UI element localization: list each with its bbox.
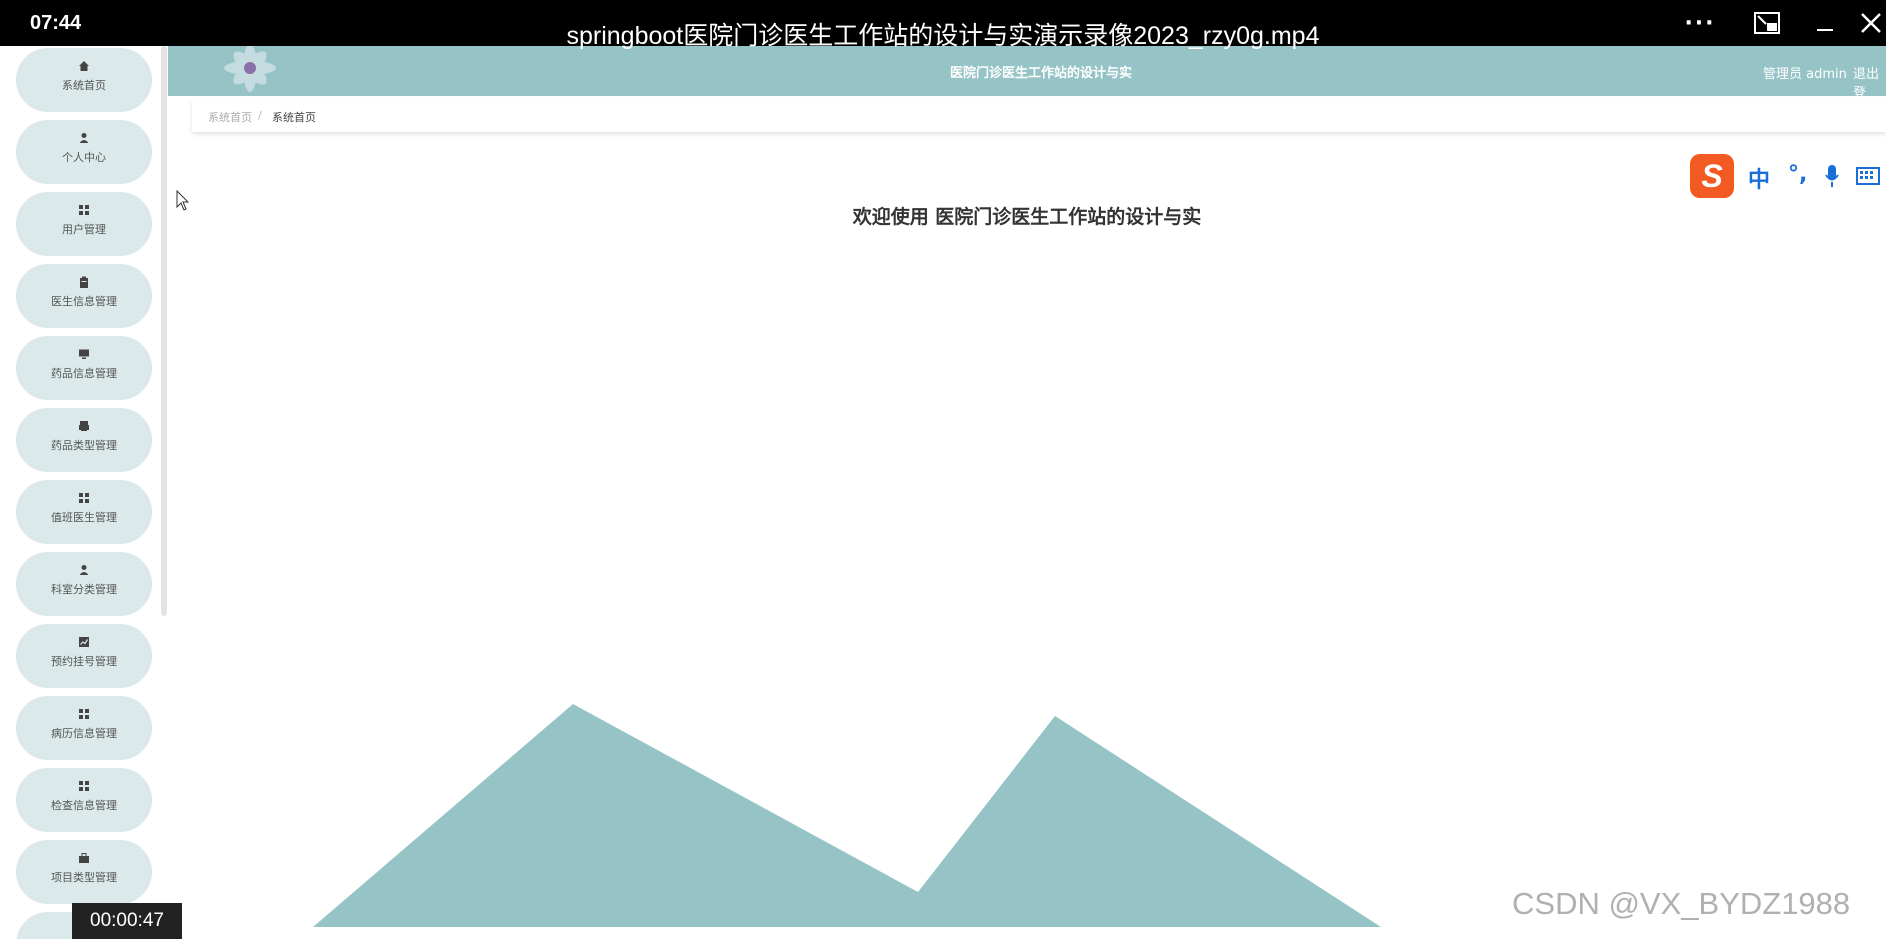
breadcrumb-current: 系统首页 [272,111,316,124]
minimize-icon [1817,29,1833,31]
sidebar-item-users[interactable]: 用户管理 [16,192,152,256]
sidebar-item-project-types[interactable]: 项目类型管理 [16,840,152,904]
top-header: 医院门诊医生工作站的设计与实 管理员 admin 退出登 [168,46,1886,101]
grid-icon [79,205,89,215]
grid-icon [79,493,89,503]
picture-in-picture-button[interactable] [1752,12,1782,36]
sidebar-item-label: 项目类型管理 [51,871,117,884]
ime-mode-button[interactable]: 中 [1748,162,1770,194]
user-icon [79,133,89,143]
sidebar-item-appointments[interactable]: 预约挂号管理 [16,624,152,688]
close-button[interactable] [1856,12,1886,36]
sidebar-scrollbar[interactable] [161,46,167,616]
sidebar-item-profile[interactable]: 个人中心 [16,120,152,184]
sidebar-item-label: 药品信息管理 [51,367,117,380]
breadcrumb-root-link[interactable]: 系统首页 [208,109,252,125]
sidebar-item-label: 病历信息管理 [51,727,117,740]
clipboard-icon [80,276,88,288]
microphone-icon [1825,165,1839,187]
user-icon [79,565,89,575]
monitor-icon [79,349,89,359]
video-title: springboot医院门诊医生工作站的设计与实演示录像2023_rzy0g.m… [566,22,1320,50]
sogou-logo-icon[interactable]: S [1690,154,1734,198]
current-user: 管理员 admin [1763,67,1847,82]
ime-toolbar: S 中 °, [1688,154,1886,200]
sidebar-item-label: 预约挂号管理 [51,655,117,668]
home-icon [79,61,89,71]
mouse-cursor-icon [176,190,190,211]
sidebar-item-home[interactable]: 系统首页 [16,48,152,112]
sidebar-item-examinations[interactable]: 检查信息管理 [16,768,152,832]
sidebar-item-medicines[interactable]: 药品信息管理 [16,336,152,400]
video-timestamp: 00:00:47 [72,903,182,939]
grid-icon [79,709,89,719]
breadcrumb-separator: / [258,109,262,122]
sidebar-item-medical-records[interactable]: 病历信息管理 [16,696,152,760]
logout-link[interactable]: 退出登 [1853,63,1886,101]
grid-icon [79,781,89,791]
close-icon [1861,13,1881,33]
printer-icon [79,421,89,431]
sidebar-item-departments[interactable]: 科室分类管理 [16,552,152,616]
sidebar-item-label: 值班医生管理 [51,511,117,524]
more-options-button[interactable]: ··· [1680,12,1720,36]
sidebar-item-doctors[interactable]: 医生信息管理 [16,264,152,328]
pip-icon [1754,12,1780,34]
sidebar-item-label: 医生信息管理 [51,295,117,308]
minimize-button[interactable] [1810,12,1840,36]
watermark: CSDN @VX_BYDZ1988 [1512,886,1851,921]
ime-mic-button[interactable] [1824,164,1840,194]
keyboard-icon [1856,167,1880,185]
sidebar-item-label: 科室分类管理 [51,583,117,596]
sidebar-item-label: 检查信息管理 [51,799,117,812]
ime-keyboard-button[interactable] [1856,166,1880,191]
sidebar-item-label: 药品类型管理 [51,439,117,452]
sidebar-item-medicine-types[interactable]: 药品类型管理 [16,408,152,472]
ime-punctuation-button[interactable]: °, [1788,162,1807,187]
breadcrumb: 系统首页 / 系统首页 [192,100,1886,132]
sidebar: 系统首页 个人中心 用户管理 医生信息管理 药品信息管理 药品类型管理 值班医生… [0,46,168,939]
sidebar-item-label: 个人中心 [62,151,106,164]
site-title: 医院门诊医生工作站的设计与实 [950,66,1133,81]
chart-icon [79,637,89,647]
video-player-bar: 07:44 springboot医院门诊医生工作站的设计与实演示录像2023_r… [0,0,1886,50]
sidebar-item-duty-doctors[interactable]: 值班医生管理 [16,480,152,544]
welcome-heading: 欢迎使用 医院门诊医生工作站的设计与实 [852,206,1202,228]
flower-decoration-icon [224,46,276,92]
sidebar-item-label: 系统首页 [62,79,106,92]
sidebar-item-label: 用户管理 [62,223,106,236]
briefcase-icon [79,853,89,863]
